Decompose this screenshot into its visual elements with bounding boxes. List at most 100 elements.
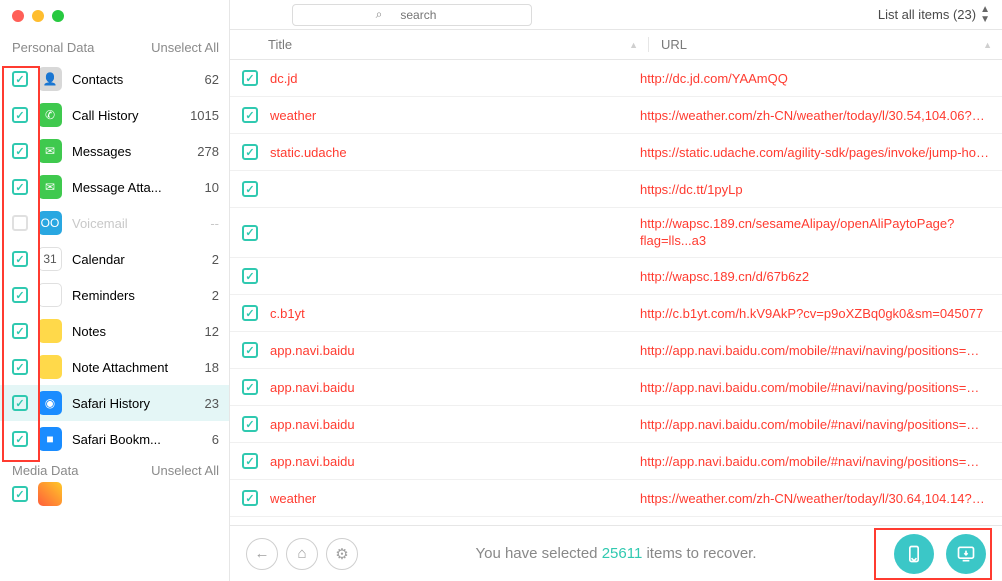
- row-url: http://app.navi.baidu.com/mobile/#navi/n…: [628, 454, 1002, 469]
- sidebar-item-count: 6: [212, 432, 219, 447]
- table-row[interactable]: https://dc.tt/1pyLp: [230, 171, 1002, 208]
- checkbox-icon[interactable]: [12, 251, 28, 267]
- sort-icon: ▲: [629, 40, 638, 50]
- table-row[interactable]: http://wapsc.189.cn/sesameAlipay/openAli…: [230, 208, 1002, 258]
- checkbox-icon[interactable]: [12, 287, 28, 303]
- sidebar-item[interactable]: Note Attachment18: [0, 349, 229, 385]
- row-url: http://app.navi.baidu.com/mobile/#navi/n…: [628, 417, 1002, 432]
- checkbox-icon[interactable]: [242, 305, 258, 321]
- checkbox-icon[interactable]: [242, 144, 258, 160]
- checkbox-icon[interactable]: [242, 453, 258, 469]
- recover-to-computer-button[interactable]: [946, 534, 986, 574]
- checkbox-icon[interactable]: [242, 268, 258, 284]
- section-media-data: Media Data Unselect All: [0, 457, 229, 484]
- search-icon: ⌕: [376, 7, 383, 22]
- recover-to-device-button[interactable]: [894, 534, 934, 574]
- checkbox-icon[interactable]: [242, 107, 258, 123]
- settings-button[interactable]: ⚙: [326, 538, 358, 570]
- sidebar-item[interactable]: ◉Safari History23: [0, 385, 229, 421]
- checkbox-icon[interactable]: [242, 490, 258, 506]
- row-title: app.navi.baidu: [258, 454, 628, 469]
- sidebar-item-count: 278: [197, 144, 219, 159]
- sidebar-item-label: Note Attachment: [72, 360, 205, 375]
- category-icon: 👤: [38, 67, 62, 91]
- table-row[interactable]: http://wapsc.189.cn/d/67b6z2: [230, 258, 1002, 295]
- sidebar-item-label: Safari History: [72, 396, 205, 411]
- table-row[interactable]: c.b1ythttp://c.b1yt.com/h.kV9AkP?cv=p9oX…: [230, 295, 1002, 332]
- category-icon: [38, 283, 62, 307]
- category-icon: ◉: [38, 391, 62, 415]
- sidebar-item-label: Calendar: [72, 252, 212, 267]
- table-row[interactable]: weatherhttps://weather.com/zh-CN/weather…: [230, 97, 1002, 134]
- back-button[interactable]: ←: [246, 538, 278, 570]
- search-input[interactable]: ⌕: [292, 4, 532, 26]
- row-title: c.b1yt: [258, 306, 628, 321]
- sidebar-item-photos[interactable]: [0, 484, 229, 504]
- checkbox-icon[interactable]: [242, 416, 258, 432]
- unselect-all-button[interactable]: Unselect All: [151, 40, 219, 55]
- checkbox-icon[interactable]: [12, 143, 28, 159]
- home-button[interactable]: ⌂: [286, 538, 318, 570]
- sidebar-item[interactable]: ✆Call History1015: [0, 97, 229, 133]
- checkbox-icon[interactable]: [12, 215, 28, 231]
- table-row[interactable]: app.navi.baiduhttp://app.navi.baidu.com/…: [230, 332, 1002, 369]
- row-url: http://c.b1yt.com/h.kV9AkP?cv=p9oXZBq0gk…: [628, 306, 1002, 321]
- table-header: Title ▲ URL ▲: [230, 30, 1002, 60]
- section-title: Media Data: [12, 463, 78, 478]
- table-row[interactable]: dc.jdhttp://dc.jd.com/YAAmQQ: [230, 60, 1002, 97]
- row-title: static.udache: [258, 145, 628, 160]
- table-row[interactable]: weatherhttps://weather.com/zh-CN/weather…: [230, 480, 1002, 517]
- sidebar-item[interactable]: Notes12: [0, 313, 229, 349]
- checkbox-icon[interactable]: [12, 323, 28, 339]
- sidebar-item-count: 62: [205, 72, 219, 87]
- category-icon: OO: [38, 211, 62, 235]
- column-title[interactable]: Title ▲: [268, 37, 648, 52]
- table-row[interactable]: app.navi.baiduhttp://app.navi.baidu.com/…: [230, 406, 1002, 443]
- category-icon: ✆: [38, 103, 62, 127]
- sidebar-item[interactable]: ■Safari Bookm...6: [0, 421, 229, 457]
- filter-dropdown[interactable]: List all items (23) ▲▼: [878, 5, 990, 25]
- category-icon: ✉: [38, 175, 62, 199]
- sidebar-item[interactable]: ✉Messages278: [0, 133, 229, 169]
- sidebar-item[interactable]: 👤Contacts62: [0, 61, 229, 97]
- sidebar-item-count: 2: [212, 252, 219, 267]
- sidebar-item[interactable]: Reminders2: [0, 277, 229, 313]
- checkbox-icon[interactable]: [12, 71, 28, 87]
- row-url: https://static.udache.com/agility-sdk/pa…: [628, 145, 1002, 160]
- checkbox-icon[interactable]: [242, 379, 258, 395]
- section-title: Personal Data: [12, 40, 94, 55]
- sidebar-item-label: Voicemail: [72, 216, 210, 231]
- checkbox-icon[interactable]: [12, 395, 28, 411]
- column-url[interactable]: URL ▲: [648, 37, 1002, 52]
- table-row[interactable]: static.udachehttps://static.udache.com/a…: [230, 134, 1002, 171]
- photos-icon: [38, 482, 62, 506]
- sidebar-item[interactable]: ✉Message Atta...10: [0, 169, 229, 205]
- topbar: ⌕ List all items (23) ▲▼: [230, 0, 1002, 30]
- table-row[interactable]: app.navi.baiduhttp://app.navi.baidu.com/…: [230, 369, 1002, 406]
- row-url: http://app.navi.baidu.com/mobile/#navi/n…: [628, 343, 1002, 358]
- table-row[interactable]: app.navi.baiduhttp://app.navi.baidu.com/…: [230, 443, 1002, 480]
- checkbox-icon[interactable]: [12, 107, 28, 123]
- checkbox-icon[interactable]: [12, 179, 28, 195]
- sidebar-item-label: Message Atta...: [72, 180, 205, 195]
- sidebar-item-count: 12: [205, 324, 219, 339]
- sidebar-item[interactable]: 31Calendar2: [0, 241, 229, 277]
- checkbox-icon[interactable]: [12, 486, 28, 502]
- checkbox-icon[interactable]: [12, 359, 28, 375]
- sidebar-item-count: 1015: [190, 108, 219, 123]
- checkbox-icon[interactable]: [242, 342, 258, 358]
- section-personal-data: Personal Data Unselect All: [0, 34, 229, 61]
- status-text: You have selected 25611 items to recover…: [475, 545, 756, 562]
- row-url: https://weather.com/zh-CN/weather/today/…: [628, 108, 1002, 123]
- unselect-all-button[interactable]: Unselect All: [151, 463, 219, 478]
- row-url: http://app.navi.baidu.com/mobile/#navi/n…: [628, 380, 1002, 395]
- sidebar-item: OOVoicemail--: [0, 205, 229, 241]
- search-field[interactable]: [388, 8, 448, 22]
- checkbox-icon[interactable]: [242, 225, 258, 241]
- row-url: https://dc.tt/1pyLp: [628, 182, 1002, 197]
- checkbox-icon[interactable]: [242, 70, 258, 86]
- sidebar-item-label: Messages: [72, 144, 197, 159]
- checkbox-icon[interactable]: [242, 181, 258, 197]
- sidebar-item-label: Safari Bookm...: [72, 432, 212, 447]
- checkbox-icon[interactable]: [12, 431, 28, 447]
